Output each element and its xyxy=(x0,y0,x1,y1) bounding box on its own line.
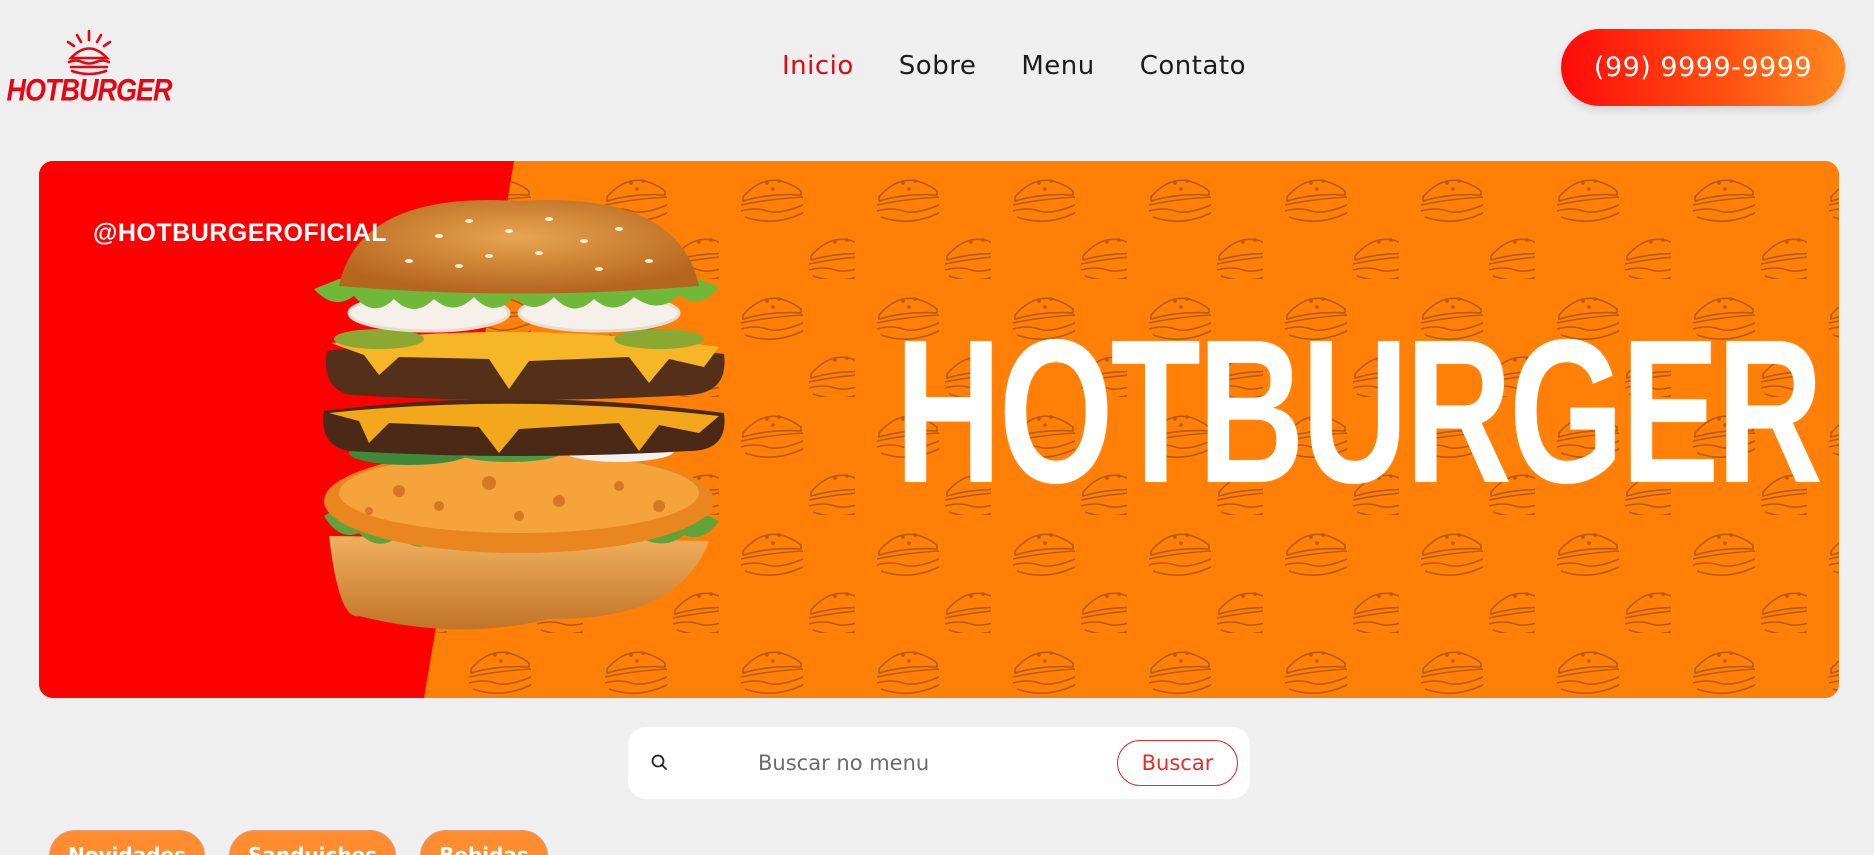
banner-title: HOTBURGER xyxy=(895,297,1823,526)
phone-button[interactable]: (99) 9999-9999 xyxy=(1561,29,1845,106)
search-button[interactable]: Buscar xyxy=(1117,740,1238,786)
category-pill-sanduiches[interactable]: Sanduiches xyxy=(228,830,397,855)
nav-link-contato[interactable]: Contato xyxy=(1140,51,1246,81)
page: HOTBURGER Inicio Sobre Menu Contato (99)… xyxy=(0,0,1874,855)
instagram-handle: @HOTBURGEROFICIAL xyxy=(93,219,387,247)
search-input[interactable] xyxy=(758,745,1058,781)
hero-banner: @HOTBURGEROFICIAL HOTBURGER xyxy=(39,161,1839,698)
category-pill-bebidas[interactable]: Bebidas xyxy=(420,830,548,855)
logo-text: HOTBURGER xyxy=(6,72,173,108)
search-icon[interactable] xyxy=(650,753,670,773)
category-pills: Novidades Sanduiches Bebidas xyxy=(49,830,548,855)
nav-link-inicio[interactable]: Inicio xyxy=(782,51,854,81)
search-bar: Buscar xyxy=(628,727,1250,799)
nav-link-sobre[interactable]: Sobre xyxy=(899,51,977,81)
category-pill-novidades[interactable]: Novidades xyxy=(49,830,205,855)
burger-image xyxy=(314,200,725,630)
main-nav: Inicio Sobre Menu Contato xyxy=(782,46,1246,86)
nav-link-menu[interactable]: Menu xyxy=(1021,51,1094,81)
burger-logo-icon xyxy=(66,29,112,76)
logo[interactable]: HOTBURGER xyxy=(7,20,173,105)
